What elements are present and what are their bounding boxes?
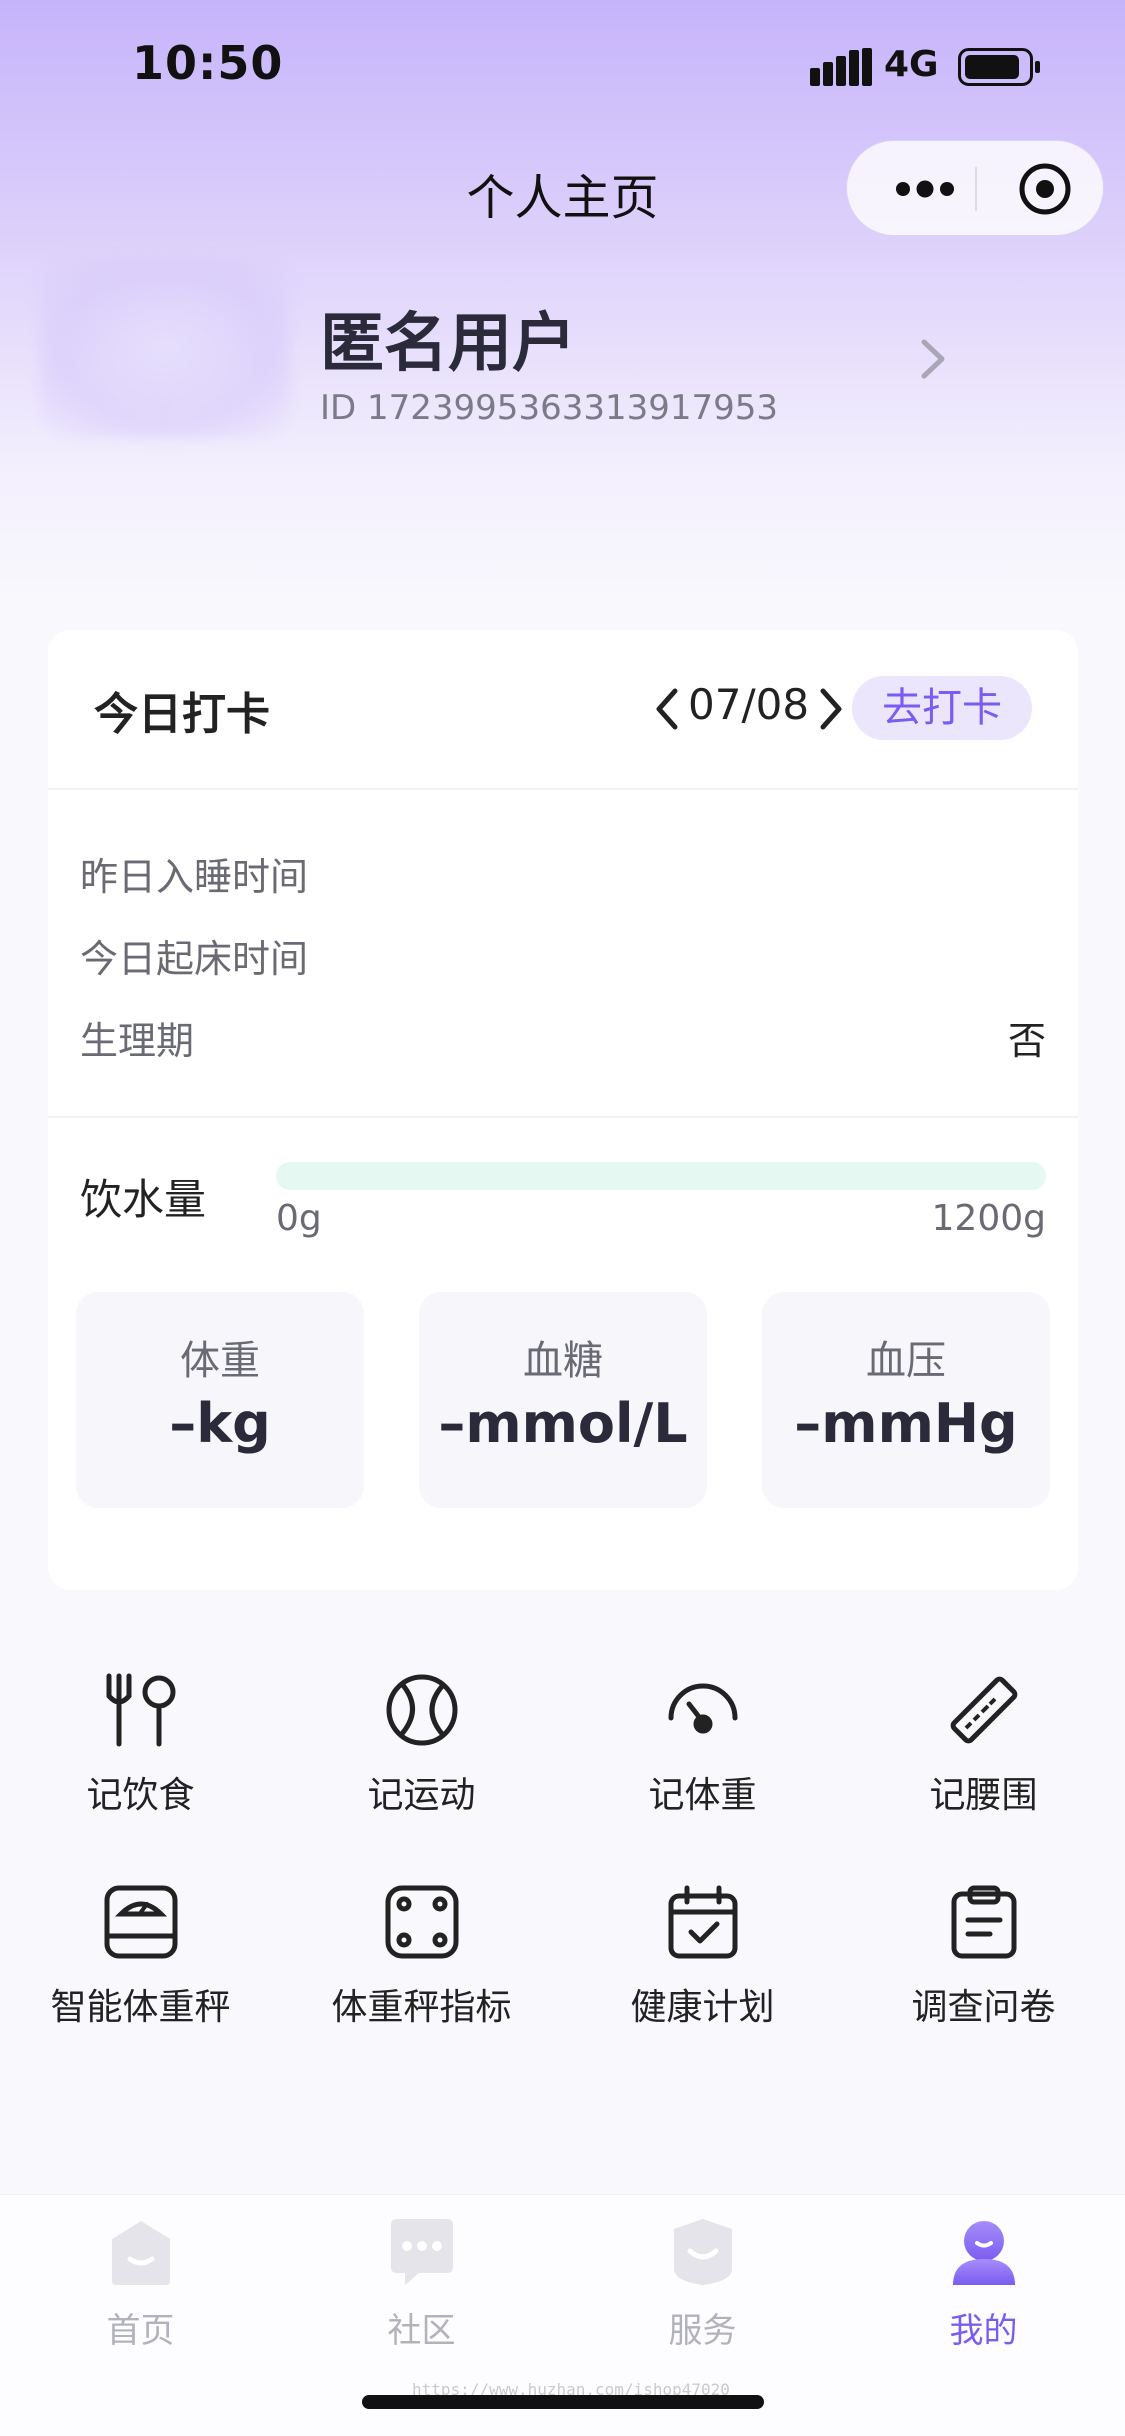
tab-mine[interactable]: 我的	[843, 2215, 1124, 2351]
divider	[48, 788, 1078, 790]
avatar[interactable]	[40, 258, 290, 438]
capsule-divider	[975, 167, 977, 211]
blood-sugar-metric-card[interactable]: 血糖 –mmol/L	[419, 1292, 707, 1508]
metric-value: –kg	[169, 1392, 271, 1455]
user-icon	[953, 2221, 1015, 2285]
water-label: 饮水量	[80, 1175, 207, 1224]
shortcut-survey[interactable]: 调查问卷	[843, 1884, 1124, 2054]
profile-id: ID 1723995363313917953	[320, 388, 779, 428]
signal-icon	[810, 48, 872, 86]
tab-home[interactable]: 首页	[0, 2215, 281, 2351]
shortcut-label: 健康计划	[630, 1987, 775, 2028]
wake-time-row[interactable]: 今日起床时间	[80, 928, 1046, 988]
scale-metrics-icon	[385, 1885, 459, 1959]
chat-bubble-icon	[391, 2219, 453, 2285]
profile-name[interactable]: 匿名用户	[320, 292, 576, 384]
shortcut-label: 记腰围	[929, 1775, 1038, 1816]
shortcut-diet[interactable]: 记饮食	[0, 1672, 281, 1842]
tab-label: 我的	[949, 2311, 1018, 2351]
tab-label: 社区	[387, 2311, 456, 2351]
fork-spoon-icon	[106, 1673, 176, 1747]
close-miniprogram-button[interactable]	[997, 141, 1093, 237]
blood-pressure-metric-card[interactable]: 血压 –mmHg	[762, 1292, 1050, 1508]
info-label: 生理期	[80, 1019, 195, 1063]
metric-label: 血糖	[523, 1338, 603, 1384]
shortcut-label: 记饮食	[86, 1775, 195, 1816]
info-label: 今日起床时间	[80, 937, 309, 981]
tennis-ball-icon	[386, 1674, 458, 1746]
shortcut-label: 记运动	[367, 1775, 476, 1816]
shortcut-label: 调查问卷	[911, 1987, 1056, 2028]
period-row[interactable]: 生理期 否	[80, 1010, 1046, 1070]
clipboard-icon	[951, 1885, 1017, 1959]
calendar-check-icon	[668, 1885, 738, 1959]
shortcut-label: 智能体重秤	[50, 1987, 231, 2028]
water-max-label: 1200g	[931, 1198, 1046, 1239]
mini-program-capsule	[846, 140, 1104, 236]
water-min-label: 0g	[276, 1198, 322, 1239]
status-time: 10:50	[132, 36, 284, 90]
shortcut-label: 体重秤指标	[331, 1987, 512, 2028]
tab-community[interactable]: 社区	[281, 2215, 562, 2351]
chevron-left-icon[interactable]	[654, 686, 680, 732]
shortcut-health-plan[interactable]: 健康计划	[562, 1884, 843, 2054]
info-label: 昨日入睡时间	[80, 855, 309, 899]
home-indicator[interactable]	[362, 2395, 764, 2409]
shortcut-exercise[interactable]: 记运动	[281, 1672, 562, 1842]
checkin-card: 今日打卡 07/08 去打卡 昨日入睡时间 今日起床时间 生理期 否 饮水量 0…	[48, 630, 1078, 1590]
smart-scale-icon	[104, 1885, 178, 1959]
tab-label: 服务	[668, 2311, 737, 2351]
shortcut-scale-metrics[interactable]: 体重秤指标	[281, 1884, 562, 2054]
home-icon	[112, 2221, 170, 2285]
shortcut-weight[interactable]: 记体重	[562, 1672, 843, 1842]
shortcut-waist[interactable]: 记腰围	[843, 1672, 1124, 1842]
water-progress-bar[interactable]	[276, 1162, 1046, 1190]
service-shield-icon	[674, 2219, 732, 2285]
metric-value: –mmHg	[794, 1392, 1018, 1455]
shortcut-smart-scale[interactable]: 智能体重秤	[0, 1884, 281, 2054]
tab-service[interactable]: 服务	[562, 2215, 843, 2351]
divider	[48, 1116, 1078, 1118]
weight-metric-card[interactable]: 体重 –kg	[76, 1292, 364, 1508]
ruler-icon	[950, 1676, 1018, 1744]
more-dots-icon	[896, 180, 954, 198]
target-close-icon	[1019, 163, 1071, 215]
checkin-button[interactable]: 去打卡	[852, 676, 1032, 740]
sleep-time-row[interactable]: 昨日入睡时间	[80, 846, 1046, 906]
checkin-date: 07/08	[688, 680, 810, 729]
battery-icon	[958, 48, 1040, 86]
checkin-title: 今日打卡	[94, 689, 270, 740]
status-bar: 10:50 4G	[0, 0, 1125, 130]
shortcut-label: 记体重	[648, 1775, 757, 1816]
metric-value: –mmol/L	[438, 1392, 688, 1455]
tab-label: 首页	[106, 2311, 175, 2351]
metric-label: 血压	[866, 1338, 946, 1384]
more-button[interactable]	[877, 141, 973, 237]
metric-label: 体重	[180, 1338, 260, 1384]
gauge-icon	[668, 1683, 738, 1734]
chevron-right-icon[interactable]	[918, 336, 948, 382]
info-value: 否	[1007, 1019, 1046, 1063]
chevron-right-icon[interactable]	[818, 686, 844, 732]
network-type: 4G	[884, 44, 939, 85]
